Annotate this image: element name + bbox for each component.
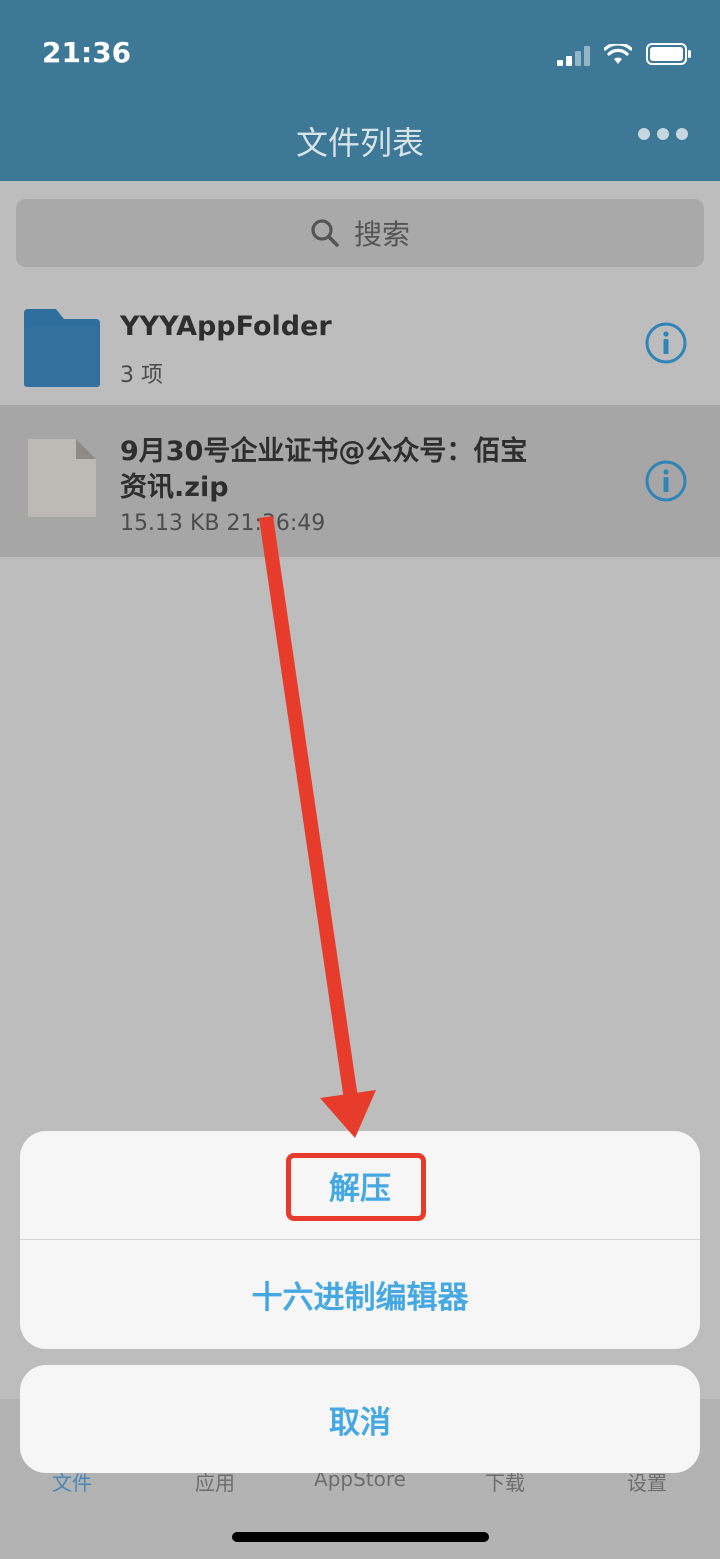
home-indicator xyxy=(232,1532,489,1542)
annotation-arrow-icon xyxy=(259,516,376,1138)
